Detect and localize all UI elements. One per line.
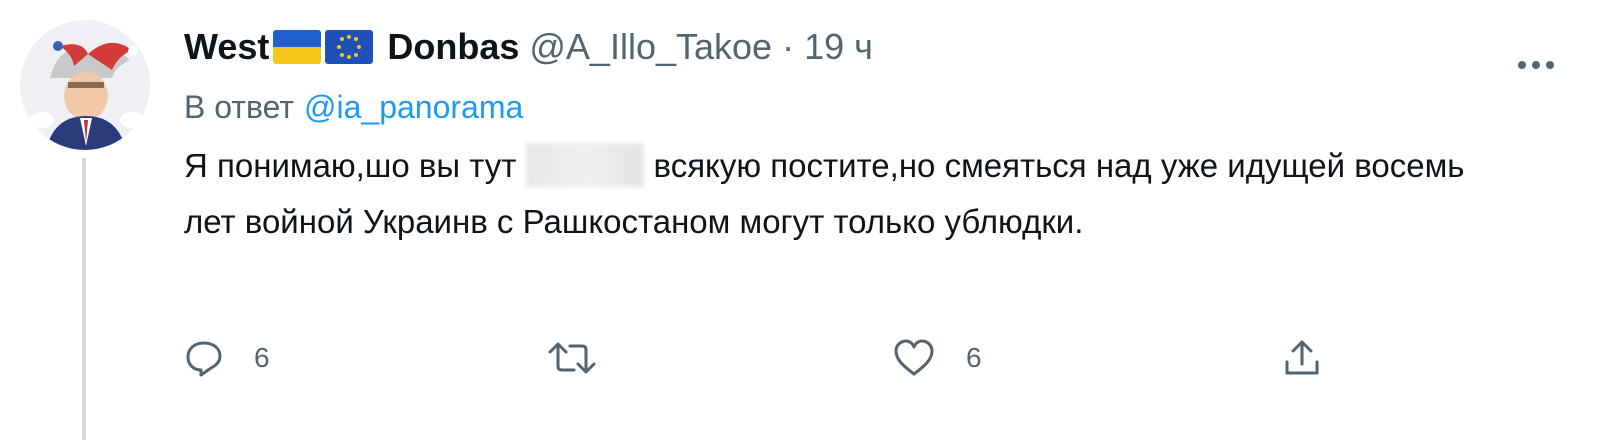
retweet-icon: [548, 342, 596, 374]
display-name[interactable]: West: [184, 26, 269, 68]
tweet-card[interactable]: West Donbas @A_Illo_Takoe · 19 ч В ответ…: [0, 0, 1600, 447]
separator-dot: ·: [782, 26, 795, 67]
avatar[interactable]: [20, 20, 150, 150]
share-button[interactable]: [1282, 328, 1322, 388]
avatar-image: [20, 20, 150, 150]
like-button[interactable]: 6: [892, 328, 982, 388]
blurred-word: [525, 143, 644, 187]
reply-button[interactable]: 6: [184, 328, 270, 388]
tweet-header: West Donbas @A_Illo_Takoe · 19 ч: [184, 20, 1564, 74]
more-options-button[interactable]: [1506, 38, 1566, 92]
like-count: 6: [966, 342, 982, 373]
heart-icon: [894, 339, 934, 376]
retweet-button[interactable]: [546, 328, 628, 388]
display-name-suffix[interactable]: Donbas: [387, 26, 519, 68]
reply-context: В ответ @ia_panorama: [184, 82, 1564, 132]
thread-line: [82, 158, 86, 440]
reply-prefix: В ответ: [184, 89, 295, 125]
timestamp[interactable]: 19 ч: [804, 26, 873, 68]
share-icon: [1285, 340, 1319, 375]
user-handle[interactable]: @A_Illo_Takoe: [529, 26, 772, 68]
tweet-actions: 6 6: [184, 328, 1384, 388]
ukraine-flag-icon: [273, 30, 322, 64]
tweet-text: Я понимаю,шо вы тут всякую постите,но см…: [184, 138, 1484, 250]
tweet-content: West Donbas @A_Illo_Takoe · 19 ч В ответ…: [184, 20, 1564, 250]
tweet-text-part1: Я понимаю,шо вы тут: [184, 147, 517, 184]
reply-mention-link[interactable]: @ia_panorama: [304, 89, 523, 125]
reply-count: 6: [254, 342, 270, 373]
reply-icon: [186, 341, 222, 377]
eu-flag-icon: [325, 30, 374, 64]
more-icon: [1518, 61, 1554, 69]
